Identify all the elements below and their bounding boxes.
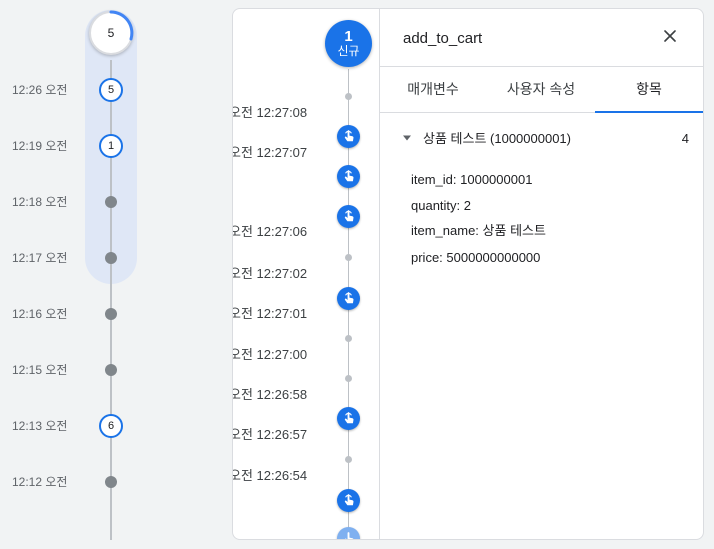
- tab-label: 항목: [636, 81, 662, 97]
- tab-label: 사용자 속성: [506, 81, 576, 97]
- close-icon: [664, 30, 676, 42]
- item-row[interactable]: 상품 테스트 (1000000001) 4: [401, 130, 689, 148]
- seconds-dot[interactable]: [345, 254, 352, 261]
- touch-icon[interactable]: [337, 527, 360, 539]
- minute-row-time: 12:16 오전: [12, 307, 68, 321]
- minute-row-dot[interactable]: [105, 308, 117, 320]
- minute-row-count: 1: [107, 140, 115, 152]
- minute-row-badge[interactable]: 6: [99, 414, 123, 438]
- event-time: 오전 12:27:02: [232, 266, 308, 281]
- minute-row-time: 12:15 오전: [12, 363, 68, 377]
- minute-row-time: 12:17 오전: [12, 251, 68, 265]
- minute-row-badge[interactable]: 1: [99, 134, 123, 158]
- minute-row-dot[interactable]: [105, 252, 117, 264]
- tab-label: 매개변수: [407, 81, 459, 97]
- event-time: 오전 12:26:57: [232, 427, 308, 442]
- event-time: 오전 12:27:08: [232, 105, 308, 120]
- close-button[interactable]: [657, 23, 683, 49]
- item-name: 상품 테스트 (1000000001): [423, 131, 571, 146]
- seconds-timeline: 1 신규 오전 12:27:08 오전 12:27:07 오전 12:27:06…: [233, 9, 380, 539]
- tab-items[interactable]: 항목: [595, 67, 703, 113]
- new-events-badge[interactable]: 1 신규: [325, 20, 372, 67]
- event-time: 오전 12:27:00: [232, 347, 308, 362]
- event-detail-panel: add_to_cart 매개변수 사용자 속성 항목 상품 테스트 (10000…: [379, 9, 703, 539]
- touch-icon[interactable]: [337, 165, 360, 188]
- event-time: 오전 12:27:06: [232, 224, 308, 239]
- new-events-label: 신규: [337, 44, 360, 59]
- tab-user-properties[interactable]: 사용자 속성: [487, 67, 595, 112]
- tab-parameters[interactable]: 매개변수: [379, 67, 487, 112]
- minute-row-time: 12:13 오전: [12, 419, 68, 433]
- item-param: quantity: 2: [411, 198, 471, 213]
- minute-row-count: 6: [107, 420, 115, 432]
- caret-down-icon[interactable]: [401, 132, 413, 144]
- seconds-dot[interactable]: [345, 375, 352, 382]
- minute-row-time: 12:18 오전: [12, 195, 68, 209]
- event-time: 오전 12:27:07: [232, 145, 308, 160]
- minute-row-time: 12:26 오전: [12, 83, 68, 97]
- seconds-dot[interactable]: [345, 335, 352, 342]
- touch-icon[interactable]: [337, 287, 360, 310]
- minute-timeline-line: [110, 60, 112, 540]
- minute-row-dot[interactable]: [105, 364, 117, 376]
- item-param-count: 4: [681, 131, 689, 146]
- event-time: 오전 12:26:58: [232, 387, 308, 402]
- item-param: price: 5000000000000: [411, 250, 541, 265]
- touch-icon[interactable]: [337, 205, 360, 228]
- minute-timeline: 5 12:26 오전 5 12:19 오전 1 12:18 오전 12:17 오…: [0, 0, 232, 549]
- item-param: item_name: 상품 테스트: [411, 223, 546, 238]
- minute-row-time: 12:19 오전: [12, 139, 68, 153]
- minute-row-time: 12:12 오전: [12, 475, 68, 489]
- minute-row-badge[interactable]: 5: [99, 78, 123, 102]
- active-tab-indicator: [595, 111, 703, 113]
- touch-icon[interactable]: [337, 489, 360, 512]
- minute-row-dot[interactable]: [105, 196, 117, 208]
- event-name: add_to_cart: [403, 30, 483, 47]
- event-detail-card: 1 신규 오전 12:27:08 오전 12:27:07 오전 12:27:06…: [232, 8, 704, 540]
- item-param: item_id: 1000000001: [411, 172, 533, 187]
- new-events-count: 1: [344, 28, 353, 46]
- current-minute-progress-arc: [109, 10, 134, 41]
- touch-icon[interactable]: [337, 125, 360, 148]
- detail-tabs: 매개변수 사용자 속성 항목: [379, 66, 703, 113]
- minute-row-count: 5: [107, 84, 115, 96]
- seconds-dot[interactable]: [345, 93, 352, 100]
- seconds-dot[interactable]: [345, 456, 352, 463]
- minute-row-dot[interactable]: [105, 476, 117, 488]
- touch-icon[interactable]: [337, 407, 360, 430]
- event-time: 오전 12:26:54: [232, 468, 308, 483]
- event-time: 오전 12:27:01: [232, 306, 308, 321]
